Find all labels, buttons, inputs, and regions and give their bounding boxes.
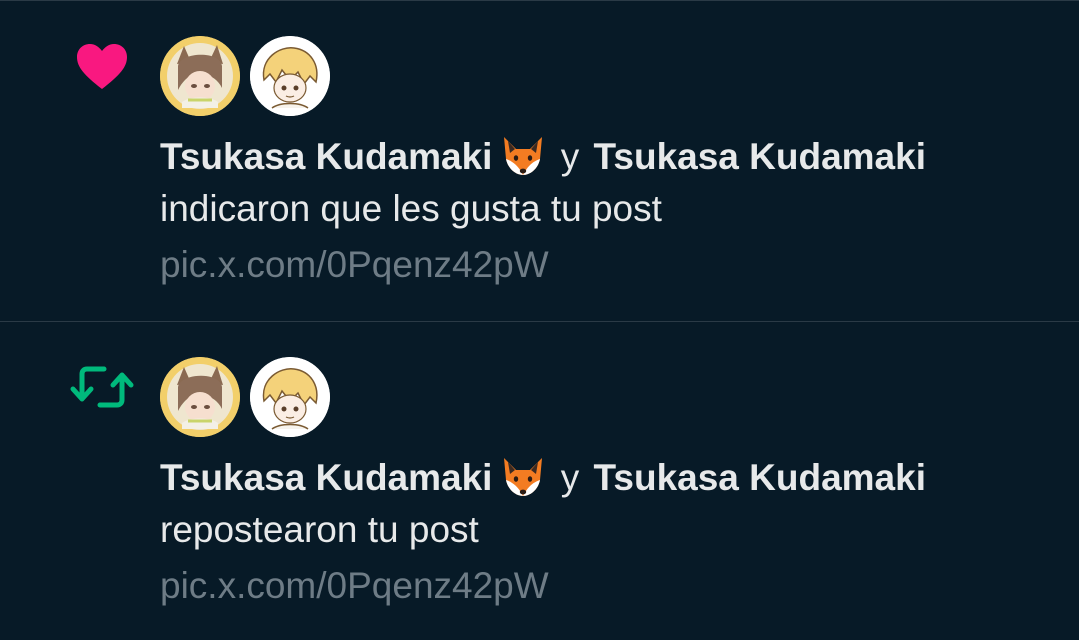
action-text: repostearon tu post [160,509,479,550]
actor-name-link[interactable]: Tsukasa Kudamaki [594,457,926,498]
conjunction: y [560,136,580,177]
actors-line: Tsukasa Kudamaki y Tsukasa Kudamaki [160,131,1060,183]
action-text: indicaron que les gusta tu post [160,188,662,229]
actor-name-link[interactable]: Tsukasa Kudamaki [160,457,492,498]
actor-name-link[interactable]: Tsukasa Kudamaki [160,136,492,177]
actors-line: Tsukasa Kudamaki y Tsukasa Kudamaki [160,452,1060,504]
avatar[interactable] [250,357,330,437]
repost-icon [70,362,134,418]
notification-text: Tsukasa Kudamaki y Tsukasa Kudamaki repo… [160,452,1060,616]
actor-name-link[interactable]: Tsukasa Kudamaki [594,136,926,177]
post-link[interactable]: pic.x.com/0Pqenz42pW [160,556,549,616]
fox-emoji-icon [500,135,546,177]
avatar[interactable] [160,357,240,437]
heart-icon [72,39,132,95]
like-notification[interactable]: Tsukasa Kudamaki y Tsukasa Kudamaki indi… [0,1,1079,321]
repost-notification[interactable]: Tsukasa Kudamaki y Tsukasa Kudamaki repo… [0,321,1079,640]
notification-text: Tsukasa Kudamaki y Tsukasa Kudamaki indi… [160,131,1060,295]
conjunction: y [560,457,580,498]
fox-emoji-icon [500,456,546,498]
post-link[interactable]: pic.x.com/0Pqenz42pW [160,235,549,295]
avatar[interactable] [160,36,240,116]
notifications-feed: Tsukasa Kudamaki y Tsukasa Kudamaki indi… [0,0,1079,640]
avatar[interactable] [250,36,330,116]
